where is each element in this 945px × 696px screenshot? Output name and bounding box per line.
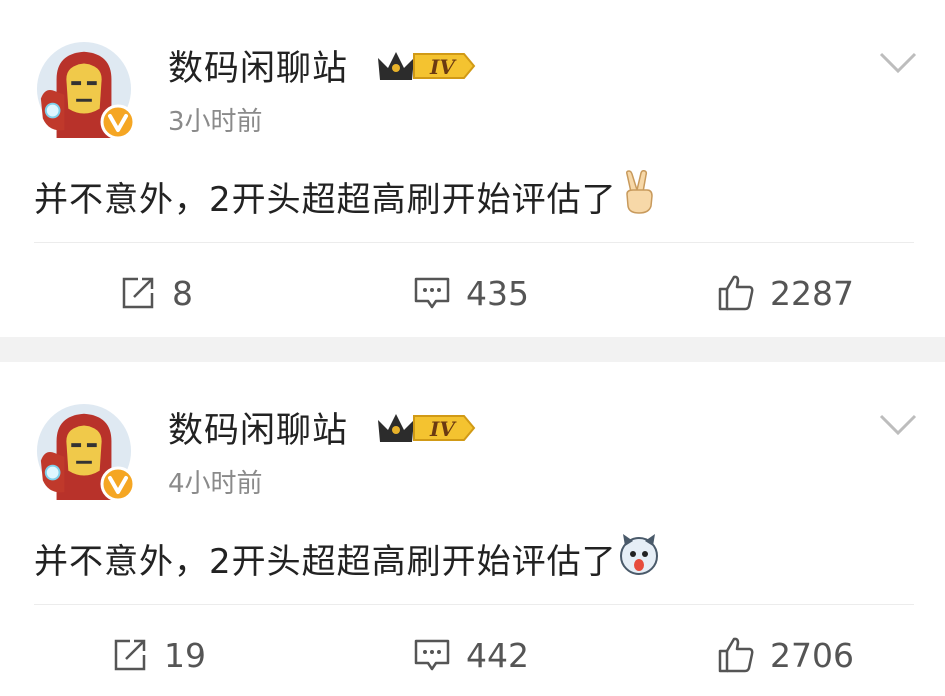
repost-button[interactable]: 19: [110, 632, 206, 678]
repost-button[interactable]: 8: [118, 270, 193, 316]
post-card-2[interactable]: 数码闲聊站 IV 4小时前 并不意外，2开头超超高刷开始评估了 19 442 2…: [0, 362, 945, 696]
comment-icon: [414, 639, 450, 671]
comment-icon: [414, 277, 450, 309]
author-name[interactable]: 数码闲聊站: [168, 402, 348, 453]
post-text: 并不意外，2开头超超高刷开始评估了: [34, 542, 617, 582]
like-count: 2287: [770, 273, 854, 313]
post-text: 并不意外，2开头超超高刷开始评估了: [34, 180, 617, 220]
vip-crown-badge-icon: IV: [378, 414, 476, 442]
verified-v-badge-icon: [100, 466, 136, 502]
author-name[interactable]: 数码闲聊站: [168, 40, 348, 91]
repost-count: 8: [172, 273, 193, 313]
like-thumb-icon: [718, 637, 754, 673]
chevron-down-icon[interactable]: [878, 412, 918, 438]
post-time: 3小时前: [168, 107, 263, 137]
chevron-down-icon[interactable]: [878, 50, 918, 76]
like-thumb-icon: [718, 275, 754, 311]
post-separator: [0, 337, 945, 362]
like-count: 2706: [770, 635, 854, 675]
like-button[interactable]: 2706: [716, 632, 854, 678]
repost-icon: [114, 639, 146, 671]
vip-crown-badge-icon: IV: [378, 52, 476, 80]
post-time: 4小时前: [168, 469, 263, 499]
repost-count: 19: [164, 635, 206, 675]
repost-icon: [122, 277, 154, 309]
post-card-1[interactable]: 数码闲聊站 IV 3小时前 并不意外，2开头超超高刷开始评估了 8 435 22: [0, 0, 945, 337]
comment-count: 442: [466, 635, 529, 675]
verified-v-badge-icon: [100, 104, 136, 140]
divider: [34, 604, 914, 605]
comment-button[interactable]: 442: [412, 632, 529, 678]
comment-button[interactable]: 435: [412, 270, 529, 316]
like-button[interactable]: 2287: [716, 270, 854, 316]
victory-hand-emoji: [626, 170, 653, 214]
level-badge-text: IV: [429, 417, 457, 441]
husky-dog-emoji: [620, 534, 658, 575]
level-badge-text: IV: [429, 55, 457, 79]
comment-count: 435: [466, 273, 529, 313]
divider: [34, 242, 914, 243]
